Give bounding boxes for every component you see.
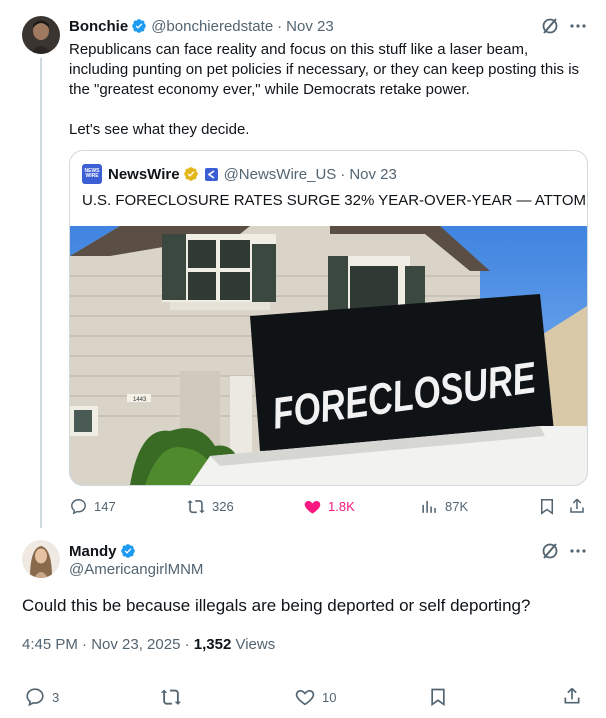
views-button[interactable]: 87K — [420, 497, 468, 516]
reply-views-count: 1,352 — [193, 636, 232, 653]
bonchie-avatar[interactable] — [22, 16, 60, 54]
quoted-tweet-card[interactable]: NEWS WIRE NewsWire @NewsWire_US · Nov 23… — [69, 150, 588, 486]
grok-icon[interactable] — [540, 16, 560, 36]
share-icon — [564, 687, 580, 704]
views-chart-icon — [422, 500, 436, 513]
reply-author-name[interactable]: Mandy — [69, 543, 117, 560]
separator-dot: · — [277, 17, 283, 35]
more-options-icon[interactable] — [568, 16, 588, 36]
separator-dot: · — [340, 165, 346, 183]
grok-icon[interactable] — [540, 541, 560, 561]
reply-share-button[interactable] — [562, 685, 582, 712]
house-number: 1443 — [133, 397, 147, 403]
like-count: 1.8K — [328, 499, 355, 514]
reply-repost-button[interactable] — [160, 686, 182, 708]
like-button[interactable]: 1.8K — [303, 497, 355, 516]
newswire-logo[interactable]: NEWS WIRE — [82, 164, 102, 184]
bookmark-button[interactable] — [538, 497, 556, 521]
quoted-tweet-header: NEWS WIRE NewsWire @NewsWire_US · Nov 23 — [82, 164, 572, 184]
reply-reply-button[interactable]: 3 — [24, 686, 59, 708]
quoted-tweet-text: U.S. FORECLOSURE RATES SURGE 32% YEAR-OV… — [82, 192, 586, 209]
tweet-date[interactable]: Nov 23 — [286, 18, 334, 35]
reply-button[interactable]: 147 — [69, 497, 116, 516]
reply-reply-count: 3 — [52, 689, 60, 705]
more-options-icon[interactable] — [568, 541, 588, 561]
view-count: 87K — [445, 499, 469, 514]
repost-icon — [187, 500, 205, 514]
reply-timestamp[interactable]: 4:45 PM · Nov 23, 2025 · — [22, 636, 194, 653]
author-name[interactable]: Bonchie — [69, 18, 128, 35]
author-handle[interactable]: @bonchieredstate — [151, 18, 273, 35]
verified-badge-icon — [132, 19, 147, 33]
quoted-author-name[interactable]: NewsWire — [108, 166, 180, 183]
tweet-header: Bonchie @bonchieredstate · Nov 23 — [69, 16, 589, 36]
reply-text: Could this be because illegals are being… — [22, 596, 531, 615]
reply-timestamp-line: 4:45 PM · Nov 23, 2025 · 1,352 Views — [22, 636, 275, 653]
share-icon — [570, 498, 584, 513]
reply-count: 147 — [94, 499, 116, 514]
reply-like-button[interactable]: 10 — [294, 686, 336, 708]
heart-filled-icon — [304, 500, 321, 514]
reply-views-label: Views — [231, 636, 276, 653]
quoted-tweet-image[interactable]: 1443 FORECLOSURE — [70, 226, 587, 485]
verified-gold-badge-icon — [183, 167, 198, 181]
verified-badge-icon — [120, 544, 135, 558]
tweet-text: Republicans can face reality and focus o… — [69, 40, 589, 140]
thread-connector-line — [40, 58, 42, 528]
reply-bookmark-button[interactable] — [428, 686, 448, 713]
share-button[interactable] — [568, 496, 586, 521]
reply-header: Mandy — [69, 541, 136, 561]
heart-icon — [295, 690, 315, 706]
repost-count: 326 — [212, 499, 234, 514]
affiliate-badge-icon[interactable] — [204, 167, 218, 181]
repost-icon — [160, 689, 182, 705]
quoted-tweet-date[interactable]: Nov 23 — [349, 166, 397, 183]
reply-icon — [71, 499, 86, 515]
logo-text: NEWS WIRE — [84, 168, 100, 179]
tweet-paragraph: Let's see what they decide. — [69, 121, 250, 138]
tweet-paragraph: Republicans can face reality and focus o… — [69, 41, 580, 98]
reply-icon — [26, 688, 44, 707]
repost-button[interactable]: 326 — [186, 497, 234, 516]
quoted-author-handle[interactable]: @NewsWire_US — [224, 166, 337, 183]
bookmark-icon — [541, 499, 553, 515]
reply-like-count: 10 — [322, 689, 337, 705]
bookmark-icon — [431, 688, 445, 707]
reply-author-handle[interactable]: @AmericangirlMNM — [69, 561, 203, 578]
mandy-avatar[interactable] — [22, 540, 60, 578]
